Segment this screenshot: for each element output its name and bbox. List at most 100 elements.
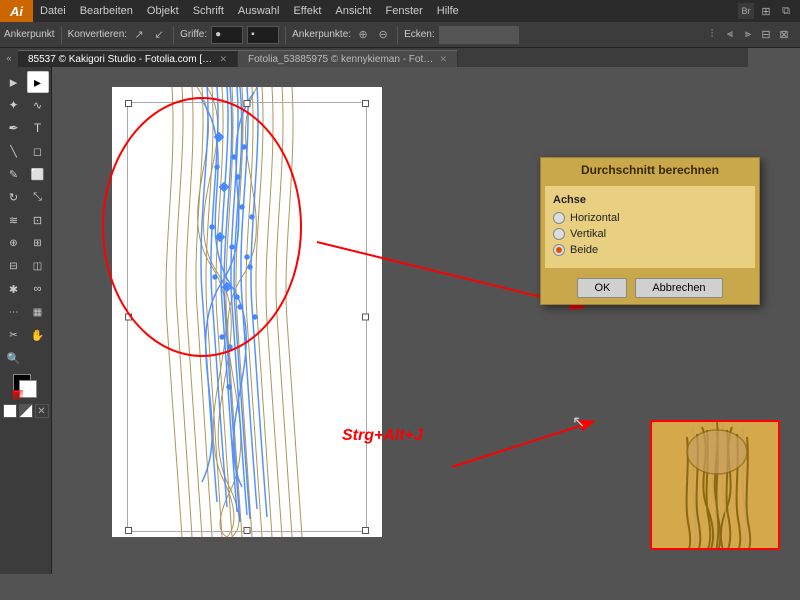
fill-solid[interactable]: [3, 404, 17, 418]
tool-row-magic: ✦ ∿: [3, 94, 49, 116]
collapse-btn[interactable]: «: [0, 48, 18, 67]
tool-row-select: ▸ ▸: [3, 71, 49, 93]
main-row: ▸ ▸ ✦ ∿ ✒ T ╲ ◻ ✎ ⬜ ↻ ⤡: [0, 67, 800, 555]
tool-pen[interactable]: ✒: [3, 117, 25, 139]
fill-none[interactable]: ✕: [35, 404, 49, 418]
tool-scale[interactable]: ⤡: [27, 186, 49, 208]
radio-vertikal[interactable]: Vertikal: [553, 228, 747, 240]
align-icon5[interactable]: ⊠: [776, 27, 792, 43]
color-boxes[interactable]: [13, 374, 39, 400]
tool-symbol[interactable]: ⋯: [3, 301, 25, 323]
color-section: ✕: [3, 374, 49, 418]
tool-mesh[interactable]: ⊟: [3, 255, 25, 277]
icon-grid[interactable]: ⊞: [758, 3, 774, 19]
tool-free-transform[interactable]: ⊡: [27, 209, 49, 231]
bridge-icon[interactable]: Br: [738, 3, 754, 19]
menu-datei[interactable]: Datei: [33, 3, 73, 19]
griffe-input[interactable]: [211, 26, 243, 44]
radio-beide-circle[interactable]: [553, 244, 565, 256]
tool-column-chart[interactable]: ▦: [27, 301, 49, 323]
align-icon2[interactable]: ⫷: [722, 27, 738, 43]
tool-row-eyedrop: ✱ ∞: [3, 278, 49, 300]
menu-hilfe[interactable]: Hilfe: [430, 3, 466, 19]
tab-1[interactable]: 85537 © Kakigori Studio - Fotolia.com [K…: [18, 50, 238, 67]
align-icon1[interactable]: ⫶: [704, 27, 720, 43]
dialog-title: Durchschnitt berechnen: [541, 158, 759, 182]
align-icon4[interactable]: ⊟: [758, 27, 774, 43]
tool-row-paint: ✎ ⬜: [3, 163, 49, 185]
menu-auswahl[interactable]: Auswahl: [231, 3, 287, 19]
canvas-area: Strg+Alt+J Durchschnitt berechnen Achse …: [52, 67, 800, 555]
sep-3: [285, 26, 286, 44]
tool-eyedropper[interactable]: ✱: [3, 278, 25, 300]
label-ankerpunkte: Ankerpunkte:: [292, 29, 351, 40]
align-icon3[interactable]: ⫸: [740, 27, 756, 43]
cursor: ↖: [572, 412, 585, 432]
menu-ansicht[interactable]: Ansicht: [328, 3, 378, 19]
tool-perspective[interactable]: ⊞: [27, 232, 49, 254]
radio-vertikal-circle[interactable]: [553, 228, 565, 240]
dialog-group-label: Achse: [553, 194, 747, 206]
thumbnail-svg: [652, 422, 780, 550]
toolbar-1: Ankerpunkt Konvertieren: ↗ ↙ Griffe: Ank…: [0, 22, 800, 48]
radio-beide[interactable]: Beide: [553, 244, 747, 256]
radio-horizontal-circle[interactable]: [553, 212, 565, 224]
label-ankerpunkt: Ankerpunkt: [4, 29, 55, 40]
convert-icon-2[interactable]: ↙: [151, 27, 167, 43]
tool-warp[interactable]: ≋: [3, 209, 25, 231]
tool-row-line: ╲ ◻: [3, 140, 49, 162]
paths-svg: [112, 87, 382, 537]
tab-1-close[interactable]: ✕: [219, 54, 227, 65]
tool-row-mesh: ⊟ ◫: [3, 255, 49, 277]
label-ecken: Ecken:: [404, 29, 435, 40]
icon-arrange[interactable]: ⧉: [778, 3, 794, 19]
tool-select[interactable]: ▸: [3, 71, 25, 93]
menu-bar: Ai Datei Bearbeiten Objekt Schrift Auswa…: [0, 0, 800, 22]
menu-fenster[interactable]: Fenster: [378, 3, 429, 19]
document-canvas: [112, 87, 382, 537]
tab-2[interactable]: Fotolia_53885975 © kennykieman - Fotolia…: [238, 50, 458, 67]
tool-slice[interactable]: ✂: [3, 324, 25, 346]
thumbnail-image: [650, 420, 780, 550]
menu-objekt[interactable]: Objekt: [140, 3, 186, 19]
tool-eraser[interactable]: ⬜: [27, 163, 49, 185]
toolbox: ▸ ▸ ✦ ∿ ✒ T ╲ ◻ ✎ ⬜ ↻ ⤡: [0, 67, 52, 574]
tool-hand[interactable]: ✋: [27, 324, 49, 346]
tool-line[interactable]: ╲: [3, 140, 25, 162]
sep-4: [397, 26, 398, 44]
tool-magic-wand[interactable]: ✦: [3, 94, 25, 116]
tab-2-close[interactable]: ✕: [439, 54, 447, 65]
radio-horizontal[interactable]: Horizontal: [553, 212, 747, 224]
tool-blend[interactable]: ∞: [27, 278, 49, 300]
tool-lasso[interactable]: ∿: [27, 94, 49, 116]
tool-paint[interactable]: ✎: [3, 163, 25, 185]
menu-bearbeiten[interactable]: Bearbeiten: [73, 3, 140, 19]
tool-row-rotate: ↻ ⤡: [3, 186, 49, 208]
menu-effekt[interactable]: Effekt: [286, 3, 328, 19]
tool-rotate[interactable]: ↻: [3, 186, 25, 208]
tool-row-warp: ≋ ⊡: [3, 209, 49, 231]
tab-strip: « 85537 © Kakigori Studio - Fotolia.com …: [0, 48, 748, 67]
sep-1: [61, 26, 62, 44]
tool-shape-builder[interactable]: ⊕: [3, 232, 25, 254]
dialog-body: Achse Horizontal Vertikal Beide: [545, 186, 755, 268]
tool-shape[interactable]: ◻: [27, 140, 49, 162]
fill-mode-row: ✕: [3, 404, 49, 418]
shortcut-annotation: Strg+Alt+J: [342, 427, 423, 445]
tool-zoom[interactable]: 🔍: [3, 347, 25, 369]
tool-gradient[interactable]: ◫: [27, 255, 49, 277]
btn-cancel[interactable]: Abbrechen: [635, 278, 722, 298]
menu-schrift[interactable]: Schrift: [186, 3, 231, 19]
tool-row-zoom: 🔍: [3, 347, 49, 369]
sep-2: [173, 26, 174, 44]
tool-direct-select[interactable]: ▸: [27, 71, 49, 93]
ecken-input[interactable]: [439, 26, 519, 44]
ankerpunkte-icon1[interactable]: ⊕: [355, 27, 371, 43]
griffe-input2[interactable]: [247, 26, 279, 44]
convert-icon-1[interactable]: ↗: [131, 27, 147, 43]
ankerpunkte-icon2[interactable]: ⊖: [375, 27, 391, 43]
tool-type[interactable]: T: [27, 117, 49, 139]
tool-row-pen: ✒ T: [3, 117, 49, 139]
fill-gradient[interactable]: [19, 404, 33, 418]
btn-ok[interactable]: OK: [577, 278, 627, 298]
